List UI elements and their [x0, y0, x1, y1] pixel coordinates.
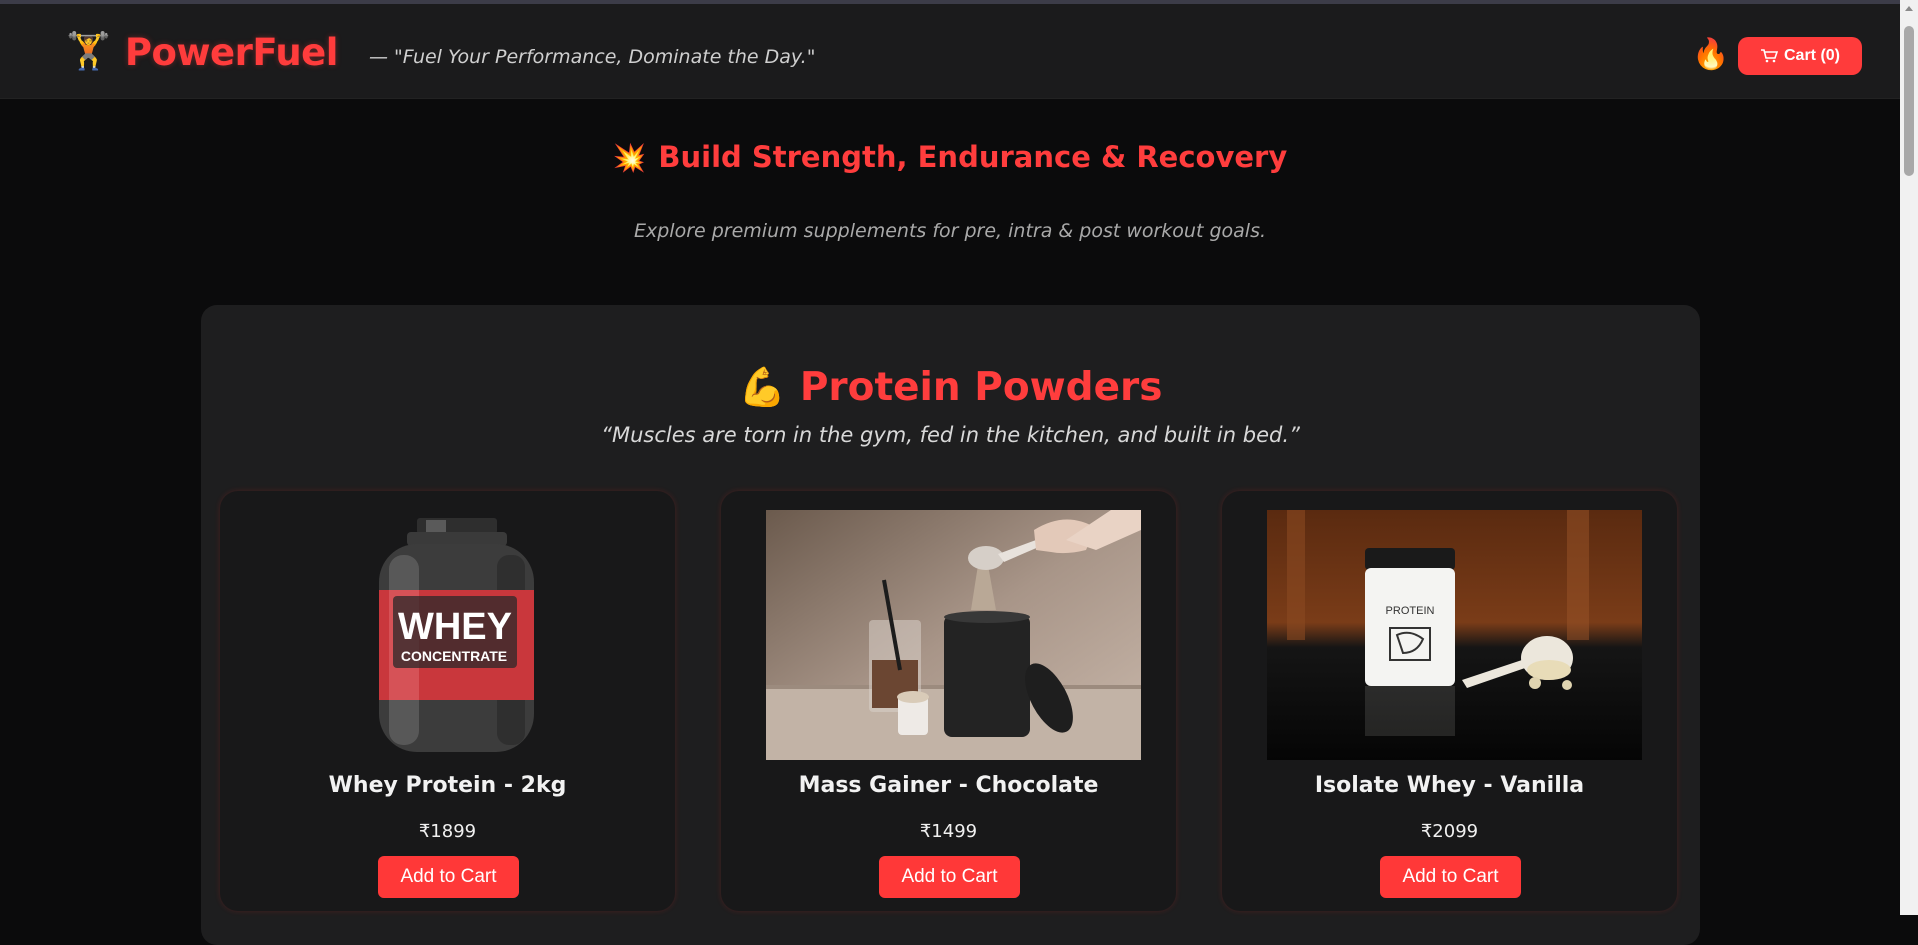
hero-title: 💥 Build Strength, Endurance & Recovery [0, 140, 1900, 174]
weightlifter-icon: 🏋️ [66, 31, 111, 72]
fire-icon[interactable]: 🔥 [1692, 40, 1729, 70]
jar-label-whey: WHEY [398, 606, 512, 648]
header-tagline: — "Fuel Your Performance, Dominate the D… [369, 46, 816, 68]
scroll-up-arrow-icon[interactable] [1905, 6, 1913, 11]
collision-icon: 💥 [612, 143, 647, 174]
jar-label-concentrate: CONCENTRATE [401, 648, 507, 664]
add-to-cart-button[interactable]: Add to Cart [879, 856, 1020, 898]
jar-label-protein: PROTEIN [1386, 605, 1435, 617]
cart-button[interactable]: Cart (0) [1738, 37, 1862, 75]
product-card: WHEY CONCENTRATE Whey Protein - 2kg ₹189… [220, 491, 675, 911]
add-to-cart-button[interactable]: Add to Cart [1380, 856, 1521, 898]
protein-powders-section: 💪 Protein Powders “Muscles are torn in th… [201, 305, 1700, 945]
product-price: ₹1499 [919, 821, 978, 842]
flexed-biceps-icon: 💪 [738, 365, 786, 409]
product-name: Mass Gainer - Chocolate [798, 773, 1099, 798]
product-price: ₹1899 [418, 821, 477, 842]
hero-title-text: Build Strength, Endurance & Recovery [658, 140, 1288, 174]
product-price: ₹2099 [1420, 821, 1479, 842]
product-name: Isolate Whey - Vanilla [1314, 773, 1585, 798]
scrollbar-thumb[interactable] [1904, 26, 1914, 176]
product-card: Mass Gainer - Chocolate ₹1499 Add to Car… [721, 491, 1176, 911]
product-image-isolate-jar[interactable]: PROTEIN [1267, 510, 1642, 760]
section-title: 💪 Protein Powders [201, 365, 1700, 410]
product-image-mass-gainer[interactable] [766, 510, 1141, 760]
product-name: Whey Protein - 2kg [328, 773, 567, 798]
cart-icon [1760, 49, 1778, 63]
cart-label: Cart (0) [1783, 47, 1840, 64]
section-quote: “Muscles are torn in the gym, fed in the… [601, 423, 1300, 447]
brand-name: PowerFuel [124, 30, 339, 74]
product-image-whey-tub[interactable]: WHEY CONCENTRATE [265, 510, 640, 760]
product-card: PROTEIN Isolate Whey - Vanilla ₹2099 Add… [1222, 491, 1677, 911]
site-header: 🏋️ PowerFuel — "Fuel Your Performance, D… [0, 4, 1900, 99]
brand-logo[interactable]: 🏋️ PowerFuel [66, 30, 338, 74]
add-to-cart-button[interactable]: Add to Cart [378, 856, 519, 898]
section-title-text: Protein Powders [799, 365, 1163, 410]
page-scrollbar[interactable] [1900, 0, 1918, 915]
hero-subtitle: Explore premium supplements for pre, int… [633, 220, 1267, 242]
